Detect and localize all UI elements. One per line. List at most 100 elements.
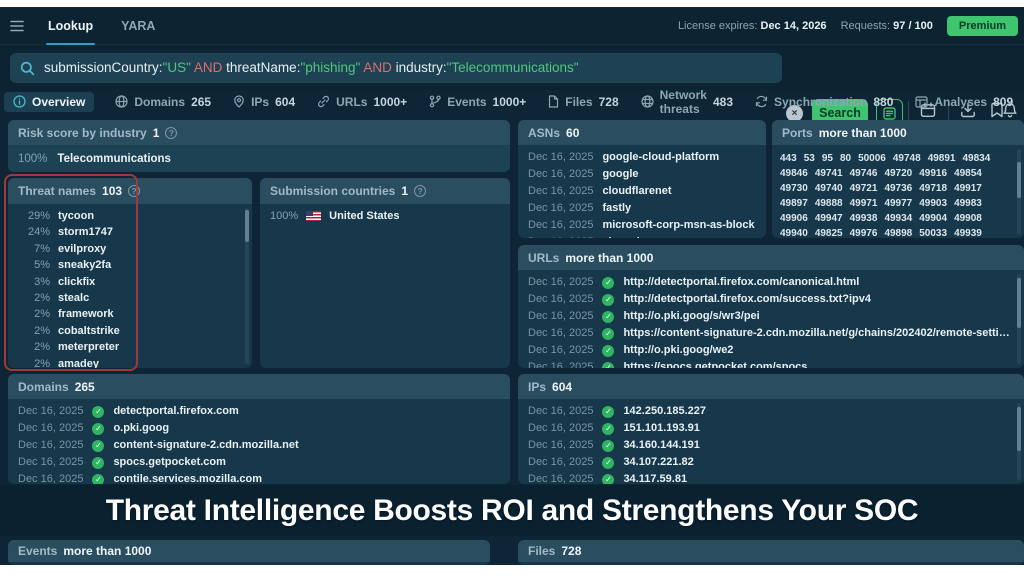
list-item[interactable]: 5% sneaky2fa <box>8 257 252 273</box>
table-row[interactable]: Dec 16, 2025 http://detectportal.firefox… <box>518 274 1024 291</box>
port-value[interactable]: 49746 <box>850 166 878 181</box>
premium-badge[interactable]: Premium <box>946 16 1018 36</box>
table-row[interactable]: Dec 16, 2025 cloudflarenet <box>518 183 766 200</box>
table-row[interactable]: Dec 16, 2025 akamai-as <box>518 234 766 238</box>
ports-list: 443 53 95 80 50006 49748 49891 49834 49846 49741 4… <box>772 145 1024 238</box>
port-value[interactable]: 49718 <box>919 181 947 196</box>
port-value[interactable]: 49971 <box>850 196 878 211</box>
tab-domains[interactable]: Domains 265 <box>106 92 220 112</box>
tab-urls[interactable]: URLs 1000+ <box>308 92 416 112</box>
port-value[interactable]: 50006 <box>858 151 886 166</box>
tab-analyses[interactable]: Analyses 809 <box>906 92 1022 112</box>
table-row[interactable]: Dec 16, 2025 https://content-signature-2… <box>518 325 1024 342</box>
help-icon[interactable]: ? <box>414 185 427 197</box>
table-row[interactable]: Dec 16, 2025 spocs.getpocket.com <box>8 454 510 471</box>
panel-urls: URLs more than 1000 Dec 16, 2025 http://… <box>518 245 1024 368</box>
table-row[interactable]: Dec 16, 2025 https://spocs.getpocket.com… <box>518 359 1024 368</box>
table-row[interactable]: Dec 16, 2025 contile.services.mozilla.co… <box>8 471 510 484</box>
port-value[interactable]: 49736 <box>884 181 912 196</box>
table-row[interactable]: Dec 16, 2025 34.107.221.82 <box>518 454 1024 471</box>
table-row[interactable]: Dec 16, 2025 detectportal.firefox.com <box>8 403 510 420</box>
scrollbar-thumb[interactable] <box>1017 278 1021 328</box>
port-value[interactable]: 49904 <box>919 211 947 226</box>
port-value[interactable]: 49891 <box>928 151 956 166</box>
list-item[interactable]: 2% amadey <box>8 356 252 368</box>
domains-list: Dec 16, 2025 detectportal.firefox.com De… <box>8 399 510 484</box>
tab-files[interactable]: Files 728 <box>539 92 627 112</box>
list-item[interactable]: 3% clickfix <box>8 274 252 290</box>
port-value[interactable]: 49908 <box>954 211 982 226</box>
link-icon <box>318 95 330 108</box>
port-value[interactable]: 49741 <box>815 166 843 181</box>
menu-icon[interactable] <box>0 20 34 32</box>
port-value[interactable]: 49740 <box>815 181 843 196</box>
table-row[interactable]: Dec 16, 2025 http://o.pki.goog/we2 <box>518 342 1024 359</box>
table-row[interactable]: Dec 16, 2025 fastly <box>518 200 766 217</box>
table-row[interactable]: Dec 16, 2025 o.pki.goog <box>8 420 510 437</box>
port-value[interactable]: 49947 <box>815 211 843 226</box>
port-value[interactable]: 49721 <box>850 181 878 196</box>
table-row[interactable]: Dec 16, 2025 microsoft-corp-msn-as-block <box>518 217 766 234</box>
tab-synchronization[interactable]: Synchronization 880 <box>746 92 902 112</box>
port-value[interactable]: 49983 <box>954 196 982 211</box>
top-tab-lookup[interactable]: Lookup <box>34 8 107 45</box>
port-value[interactable]: 49825 <box>815 226 843 238</box>
port-value[interactable]: 49720 <box>884 166 912 181</box>
list-item[interactable]: 2% meterpreter <box>8 339 252 355</box>
list-item[interactable]: 24% storm1747 <box>8 224 252 240</box>
port-value[interactable]: 49903 <box>919 196 947 211</box>
help-icon[interactable]: ? <box>128 185 141 197</box>
port-value[interactable]: 49906 <box>780 211 808 226</box>
port-value[interactable]: 95 <box>822 151 833 166</box>
table-row[interactable]: Dec 16, 2025 google <box>518 166 766 183</box>
list-item[interactable]: 29% tycoon <box>8 208 252 224</box>
port-value[interactable]: 50033 <box>919 226 947 238</box>
list-item[interactable]: 2% cobaltstrike <box>8 323 252 339</box>
port-value[interactable]: 443 <box>780 151 797 166</box>
port-value[interactable]: 49897 <box>780 196 808 211</box>
panel-asns: ASNs 60 Dec 16, 2025 google-cloud-platfo… <box>518 120 766 238</box>
port-value[interactable]: 49898 <box>884 226 912 238</box>
check-icon <box>602 405 615 418</box>
port-value[interactable]: 49940 <box>780 226 808 238</box>
port-value[interactable]: 49977 <box>884 196 912 211</box>
scrollbar-thumb[interactable] <box>1017 407 1021 451</box>
country-row[interactable]: 100% United States <box>260 204 510 228</box>
table-row[interactable]: Dec 16, 2025 151.101.193.91 <box>518 420 1024 437</box>
risk-row[interactable]: 100% Telecommunications <box>8 145 510 172</box>
port-value[interactable]: 49934 <box>884 211 912 226</box>
port-value[interactable]: 49748 <box>893 151 921 166</box>
table-row[interactable]: Dec 16, 2025 34.117.59.81 <box>518 471 1024 484</box>
table-row[interactable]: Dec 16, 2025 http://detectportal.firefox… <box>518 291 1024 308</box>
port-value[interactable]: 49938 <box>850 211 878 226</box>
tab-events[interactable]: Events 1000+ <box>420 92 535 112</box>
search-input[interactable]: submissionCountry:"US" AND threatName:"p… <box>10 53 782 83</box>
list-item[interactable]: 2% framework <box>8 306 252 322</box>
port-value[interactable]: 49916 <box>919 166 947 181</box>
table-row[interactable]: Dec 16, 2025 34.160.144.191 <box>518 437 1024 454</box>
port-value[interactable]: 53 <box>804 151 815 166</box>
table-row[interactable]: Dec 16, 2025 http://o.pki.goog/s/wr3/pei <box>518 308 1024 325</box>
tab-overview[interactable]: Overview <box>4 91 95 112</box>
tab-ips[interactable]: IPs 604 <box>224 92 304 112</box>
port-value[interactable]: 49888 <box>815 196 843 211</box>
table-row[interactable]: Dec 16, 2025 content-signature-2.cdn.moz… <box>8 437 510 454</box>
list-item[interactable]: 7% evilproxy <box>8 241 252 257</box>
port-value[interactable]: 49730 <box>780 181 808 196</box>
help-icon[interactable]: ? <box>165 126 178 139</box>
port-value[interactable]: 49854 <box>954 166 982 181</box>
port-value[interactable]: 49846 <box>780 166 808 181</box>
port-value[interactable]: 49917 <box>954 181 982 196</box>
port-value[interactable]: 49976 <box>850 226 878 238</box>
port-value[interactable]: 49939 <box>954 226 982 238</box>
scrollbar-thumb[interactable] <box>1017 162 1021 198</box>
scrollbar-thumb[interactable] <box>245 210 249 242</box>
port-value[interactable]: 80 <box>840 151 851 166</box>
tab-network-threats[interactable]: Network threats 483 <box>632 85 742 119</box>
search-row: submissionCountry:"US" AND threatName:"p… <box>0 45 1024 127</box>
list-item[interactable]: 2% stealc <box>8 290 252 306</box>
port-value[interactable]: 49834 <box>963 151 991 166</box>
table-row[interactable]: Dec 16, 2025 142.250.185.227 <box>518 403 1024 420</box>
top-tab-yara[interactable]: YARA <box>107 8 169 45</box>
table-row[interactable]: Dec 16, 2025 google-cloud-platform <box>518 149 766 166</box>
